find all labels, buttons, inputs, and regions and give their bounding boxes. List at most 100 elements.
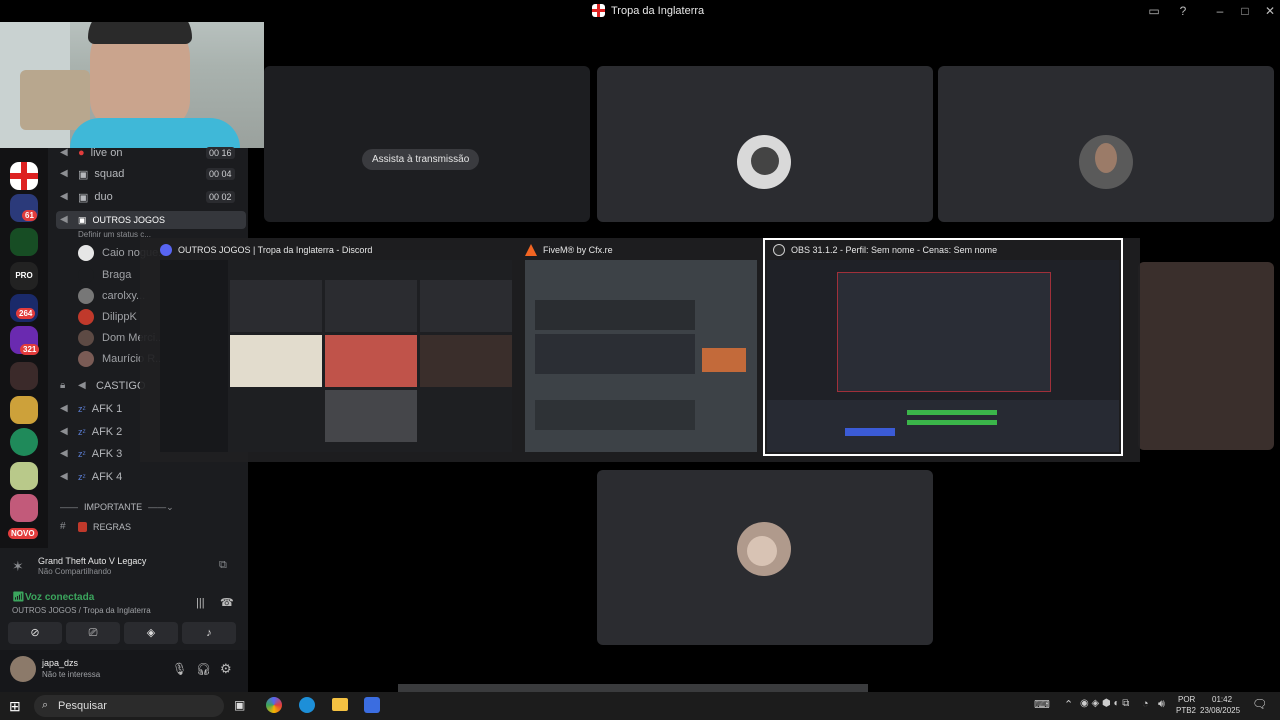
speaker-icon: ◀ [60, 448, 68, 459]
edge-icon[interactable] [299, 697, 315, 713]
avatar [78, 267, 94, 283]
participant-tile-1[interactable] [597, 66, 933, 222]
participant-tile-3[interactable] [597, 470, 933, 645]
avatar [78, 288, 94, 304]
voice-channel[interactable]: ◀ ● live on 00 16 [60, 144, 235, 162]
voice-member[interactable]: Braga [78, 266, 131, 284]
microphone-icon[interactable]: 🎙︎ [172, 662, 187, 676]
text-channel[interactable]: # REGRAS [60, 518, 131, 536]
keyboard-icon[interactable]: ⌨ [1034, 698, 1050, 711]
task-view-icon[interactable]: ▣ [234, 698, 245, 712]
minimize-icon[interactable]: – [1212, 3, 1228, 19]
server-icon-3[interactable] [10, 228, 38, 256]
server-icon-9[interactable] [10, 428, 38, 456]
server-icon-7[interactable] [10, 362, 38, 390]
server-icon-8[interactable] [10, 396, 38, 424]
voice-status[interactable]: Voz conectada [25, 592, 94, 603]
maximize-icon[interactable]: □ [1237, 3, 1253, 19]
participant-avatar-3 [737, 522, 791, 576]
voice-member[interactable]: carolxy... [78, 287, 145, 305]
speaker-icon: ◀ [60, 403, 68, 414]
windows-start-icon[interactable]: ⊞ [9, 698, 21, 715]
speaker-icon: ◀ [60, 147, 68, 158]
window-title-obs[interactable]: OBS 31.1.2 - Perfil: Sem nome - Cenas: S… [773, 244, 997, 256]
keyboard-layout[interactable]: PTB2 [1176, 706, 1196, 715]
inbox-icon[interactable]: ▭ [1146, 3, 1162, 19]
soundboard-button[interactable]: ♪ [182, 622, 236, 644]
thumb-meter [907, 420, 997, 425]
activity-sub: Não Compartilhando [38, 567, 112, 576]
help-icon[interactable]: ? [1175, 3, 1191, 19]
screen-share-button[interactable]: ⎚ [66, 622, 120, 644]
server-icon-4[interactable]: PRO [10, 262, 38, 290]
network-icon[interactable]: ◔ [1142, 698, 1149, 710]
window-title-discord[interactable]: OUTROS JOGOS | Tropa da Inglaterra - Dis… [160, 244, 372, 256]
settings-icon[interactable]: ⚙ [220, 661, 232, 677]
watch-stream-button[interactable]: Assista à transmissão [362, 149, 480, 170]
user-status[interactable]: Não te interessa [42, 670, 100, 679]
participant-tile-2[interactable] [938, 66, 1274, 222]
participant-avatar-2 [1079, 135, 1133, 189]
zzz-icon: zᶻ [78, 404, 86, 414]
speaker-icon: ◀ [60, 191, 68, 202]
live-dot-icon: ● [78, 147, 85, 159]
activity-panel: ✶ Grand Theft Auto V Legacy Não Comparti… [0, 548, 248, 588]
volume-icon[interactable]: 🔊︎ [1158, 698, 1165, 711]
server-icon-10[interactable] [10, 462, 38, 490]
server-icon-11[interactable] [10, 494, 38, 522]
thumb-tile [230, 280, 322, 332]
zzz-icon: zᶻ [78, 427, 86, 437]
lock-icon: 🔒︎ [60, 380, 66, 391]
category-header[interactable]: —— IMPORTANTE ——⌄ [60, 498, 174, 516]
tray-icons[interactable]: ◉ ◈ ⬢ ◐ ⧉ [1080, 698, 1129, 709]
obs-thumbnail[interactable] [767, 260, 1119, 452]
voice-channel[interactable]: ◀ zᶻ AFK 4 [60, 468, 122, 486]
voice-channel[interactable]: ◀ zᶻ AFK 1 [60, 400, 122, 418]
taskbar-search[interactable]: ⌕ Pesquisar [34, 695, 224, 717]
stream-tile[interactable]: Assista à transmissão [264, 66, 590, 222]
noise-suppression-icon[interactable]: ||| [196, 597, 205, 609]
clock-date[interactable]: 23/08/2025 [1200, 706, 1240, 715]
webcam-overlay [0, 0, 264, 148]
window-title-fivem[interactable]: FiveM® by Cfx.re [525, 244, 613, 256]
user-panel: japa_dzs Não te interessa 🎙︎ 🎧︎ ⚙ [0, 650, 248, 692]
voice-channel[interactable]: ◀ ▣ duo 00 02 [60, 188, 235, 206]
disconnect-icon[interactable]: ☎ [220, 596, 234, 609]
thumb-panel [535, 400, 695, 430]
voice-channel[interactable]: 🔒︎ ◀ CASTIGO [60, 377, 146, 395]
file-explorer-icon[interactable] [332, 698, 348, 711]
avatar[interactable] [10, 656, 36, 682]
fivem-thumbnail[interactable] [525, 260, 757, 452]
thumb-selection [845, 428, 895, 436]
voice-channel-active[interactable]: ◀ ▣ OUTROS JOGOS [56, 211, 246, 229]
discord-thumbnail[interactable] [160, 260, 512, 452]
voice-channel-name[interactable]: OUTROS JOGOS / Tropa da Inglaterra [12, 606, 151, 615]
activities-button[interactable]: ◈ [124, 622, 178, 644]
copilot-icon[interactable] [266, 697, 282, 713]
new-badge: NOVO [8, 528, 38, 539]
server-icon-tropa[interactable] [10, 162, 38, 190]
clock-time[interactable]: 01:42 [1212, 695, 1232, 704]
chevron-up-icon[interactable]: ⌃ [1064, 698, 1073, 711]
voice-channel[interactable]: ◀ zᶻ AFK 3 [60, 445, 122, 463]
camera-off-icon: ⊘ [30, 627, 40, 639]
participant-tile-4[interactable] [1138, 262, 1274, 450]
notification-icon[interactable]: 🗨︎ [1252, 697, 1267, 711]
voice-channel[interactable]: ◀ ▣ squad 00 04 [60, 165, 235, 183]
store-icon[interactable] [364, 697, 380, 713]
server-flag-icon [592, 4, 605, 17]
headphones-icon[interactable]: 🎧︎ [196, 662, 211, 676]
zzz-icon: zᶻ [78, 449, 86, 459]
share-screen-icon[interactable]: ⧉ [219, 559, 227, 572]
voice-channel[interactable]: ◀ zᶻ AFK 2 [60, 423, 122, 441]
close-icon[interactable]: ✕ [1262, 3, 1278, 19]
language-indicator[interactable]: POR [1178, 695, 1195, 704]
thumb-meter [907, 410, 997, 415]
camera-toggle[interactable]: ⊘ [8, 622, 62, 644]
server-list: 61 PRO 264 321 NOVO [0, 148, 48, 548]
username[interactable]: japa_dzs [42, 658, 78, 668]
thumb-image [702, 348, 746, 372]
server-badge: 61 [22, 210, 37, 221]
voice-member[interactable]: DilippK [78, 308, 137, 326]
thumb-banner [535, 334, 695, 374]
